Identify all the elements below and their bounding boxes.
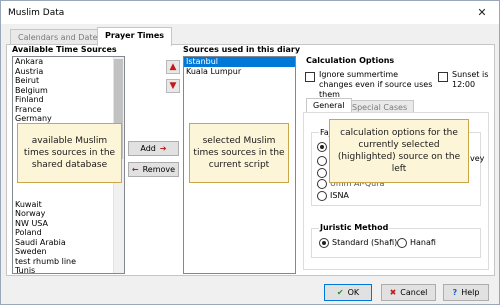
list-item[interactable]: Kuala Lumpur: [184, 67, 295, 77]
list-item[interactable]: Belgium: [13, 86, 124, 96]
tab-general[interactable]: General: [306, 98, 352, 112]
arrow-left-icon: ←: [131, 165, 139, 174]
title-bar: Muslim Data ✕: [1, 1, 499, 24]
arrow-up-icon: ▲: [169, 62, 177, 72]
list-item[interactable]: Istanbul: [184, 57, 295, 67]
add-button[interactable]: Add ➔: [128, 141, 179, 156]
arrow-down-icon: ▼: [169, 81, 177, 91]
list-item[interactable]: [13, 190, 124, 200]
list-item[interactable]: Austria: [13, 67, 124, 77]
list-item[interactable]: Ankara: [13, 57, 124, 67]
juristic-method-label: Juristic Method: [319, 223, 390, 232]
move-down-button[interactable]: ▼: [166, 79, 180, 93]
arrow-right-icon: ➔: [159, 144, 167, 153]
tab-prayer-times[interactable]: Prayer Times: [97, 27, 173, 46]
help-button-label: Help: [461, 288, 480, 297]
fajr-option-1-radio[interactable]: [317, 142, 327, 152]
add-button-label: Add: [140, 144, 156, 153]
cancel-button-label: Cancel: [400, 288, 428, 297]
list-item[interactable]: Beirut: [13, 76, 124, 86]
list-item[interactable]: France: [13, 105, 124, 115]
ignore-summertime-label: Ignore summertime changes even if source…: [319, 70, 433, 99]
list-item[interactable]: Saudi Arabia: [13, 238, 124, 248]
list-item[interactable]: Finland: [13, 95, 124, 105]
remove-button[interactable]: ← Remove: [128, 162, 179, 177]
close-icon[interactable]: ✕: [471, 4, 493, 21]
list-item[interactable]: NW USA: [13, 219, 124, 229]
help-icon: ?: [452, 288, 458, 297]
juristic-hanafi-radio[interactable]: [397, 238, 407, 248]
cancel-icon: ✖: [389, 288, 397, 297]
ok-button[interactable]: ✔ OK: [324, 284, 372, 301]
list-item[interactable]: Tunis: [13, 266, 124, 273]
list-item[interactable]: Kuwait: [13, 200, 124, 210]
list-item[interactable]: Norway: [13, 209, 124, 219]
window-title: Muslim Data: [8, 7, 65, 18]
ignore-summertime-checkbox[interactable]: [305, 72, 315, 82]
fajr-option-5-radio[interactable]: [317, 191, 327, 201]
list-item[interactable]: test rhumb line: [13, 257, 124, 267]
tab-calendars-and-dates[interactable]: Calendars and Dates: [10, 29, 110, 45]
juristic-standard-radio[interactable]: [319, 238, 329, 248]
check-icon: ✔: [336, 288, 344, 297]
fajr-option-2-radio[interactable]: [317, 156, 327, 166]
list-item[interactable]: Sweden: [13, 247, 124, 257]
fajr-option-4-radio[interactable]: [317, 179, 327, 189]
sunset-label: Sunset is 12:00: [452, 70, 489, 89]
calculation-options-callout: calculation options for the currently se…: [329, 119, 469, 183]
help-button[interactable]: ? Help: [443, 284, 489, 301]
juristic-standard-label: Standard (Shafi): [332, 238, 398, 247]
fajr-option-5-label: ISNA: [330, 191, 349, 200]
available-sources-callout: available Muslim times sources in the sh…: [17, 123, 122, 183]
move-up-button[interactable]: ▲: [166, 60, 180, 74]
used-sources-label: Sources used in this diary: [183, 45, 301, 54]
cancel-button[interactable]: ✖ Cancel: [381, 284, 436, 301]
muslim-data-window: Muslim Data ✕ Calendars and Dates Prayer…: [0, 0, 500, 305]
juristic-hanafi-label: Hanafi: [410, 238, 436, 247]
sunset-checkbox[interactable]: [438, 72, 448, 82]
fajr-option-2-label-partial: vey: [470, 154, 485, 163]
available-sources-label: Available Time Sources: [12, 45, 117, 54]
remove-button-label: Remove: [142, 165, 176, 174]
fajr-option-3-radio[interactable]: [317, 168, 327, 178]
used-sources-callout: selected Muslim times sources in the cur…: [189, 123, 289, 183]
calculation-options-label: Calculation Options: [306, 56, 395, 65]
ok-button-label: OK: [347, 288, 360, 297]
list-item[interactable]: Poland: [13, 228, 124, 238]
